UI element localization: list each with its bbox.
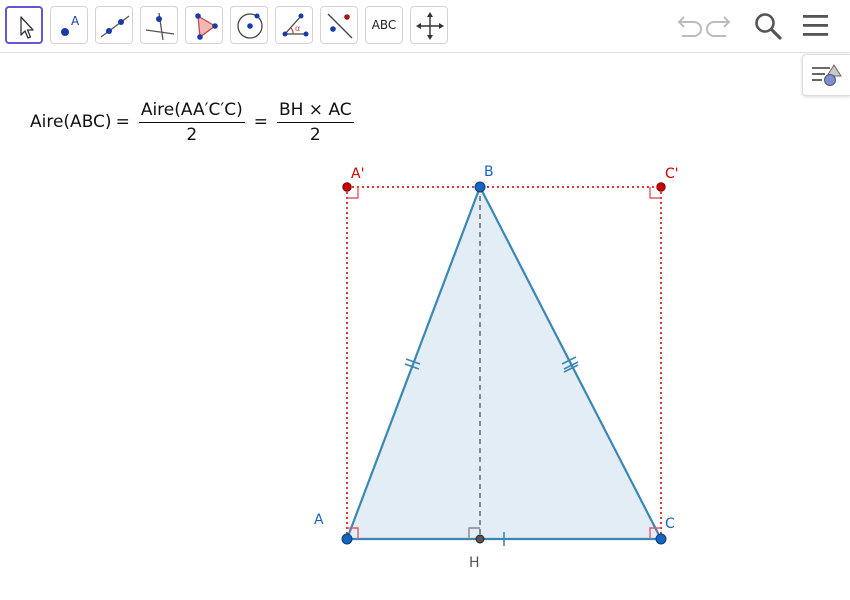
text-tool[interactable]: ABC — [365, 6, 403, 44]
label-a: A — [314, 512, 324, 528]
label-h: H — [469, 555, 480, 571]
angle-icon-alpha: α — [295, 24, 300, 33]
angle-tool[interactable]: α — [275, 6, 313, 44]
label-c-prime: C' — [665, 166, 679, 182]
point-icon: A — [61, 14, 80, 36]
line-tool[interactable] — [95, 6, 133, 44]
move-tool[interactable] — [5, 6, 43, 44]
menu-icon[interactable] — [800, 10, 832, 42]
arrow-cursor-icon — [20, 16, 34, 39]
graphics-view[interactable]: A B C A' C' H — [0, 53, 850, 600]
search-icon[interactable] — [752, 10, 784, 42]
perpendicular-line-icon — [145, 12, 175, 41]
redo-icon[interactable] — [706, 10, 738, 42]
text-icon: ABC — [371, 18, 397, 32]
line-through-points-icon — [100, 15, 130, 38]
toolbar: A α ABC — [0, 0, 850, 53]
point-h[interactable] — [475, 534, 485, 544]
label-c: C — [665, 516, 675, 532]
label-a-prime: A' — [351, 166, 364, 182]
circle-center-point-icon — [237, 13, 263, 39]
move-graphics-icon — [416, 12, 444, 40]
reflect-line-icon — [327, 13, 353, 39]
polygon-tool[interactable] — [185, 6, 223, 44]
polygon-icon — [195, 13, 218, 40]
point-c[interactable] — [655, 533, 667, 545]
point-a-prime[interactable] — [342, 182, 352, 192]
point-c-prime[interactable] — [656, 182, 666, 192]
undo-icon[interactable] — [670, 10, 702, 42]
circle-tool[interactable] — [230, 6, 268, 44]
point-tool[interactable]: A — [50, 6, 88, 44]
perpendicular-tool[interactable] — [140, 6, 178, 44]
triangle-abc[interactable] — [345, 184, 663, 541]
move-graphics-tool[interactable] — [410, 6, 448, 44]
angle-icon: α — [282, 13, 309, 37]
point-a[interactable] — [341, 533, 353, 545]
reflect-tool[interactable] — [320, 6, 358, 44]
point-b[interactable] — [474, 181, 486, 193]
point-icon-letter: A — [71, 14, 80, 28]
label-b: B — [484, 164, 494, 180]
